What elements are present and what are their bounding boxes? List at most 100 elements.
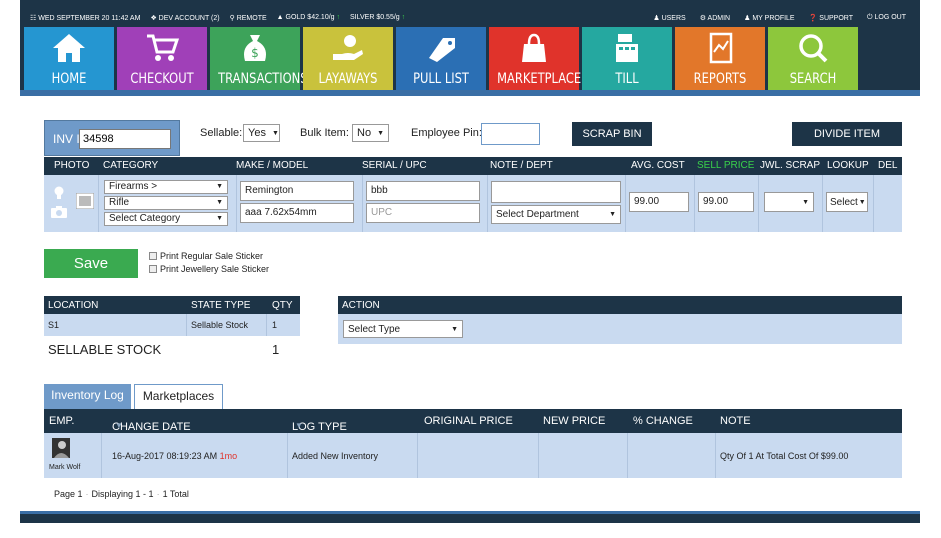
print-jewellery-checkbox[interactable] — [149, 265, 157, 273]
image-icon[interactable] — [76, 193, 94, 209]
date-text: WED SEPTEMBER 20 — [38, 15, 110, 22]
account-links: ♟ USERS ⚙ ADMIN ♟ MY PROFILE ❓ SUPPORT ⏻… — [653, 14, 906, 22]
col-change-date-label: CHANGE DATE — [112, 421, 191, 433]
divide-item-button[interactable]: DIVIDE ITEM — [792, 122, 902, 146]
avatar — [52, 438, 70, 458]
category-select-3[interactable]: Select Category ▼ — [104, 212, 228, 226]
category-select-2[interactable]: Rifle ▼ — [104, 196, 228, 210]
silver-price-text: SILVER $0.55/g — [350, 14, 400, 21]
model-input[interactable]: aaa 7.62x54mm — [240, 203, 354, 223]
nav-reports[interactable]: REPORTS — [675, 27, 765, 90]
location-row: S1 Sellable Stock 1 — [44, 314, 300, 336]
location-info[interactable]: ⚲ REMOTE — [230, 14, 267, 22]
col-divider — [487, 175, 488, 232]
nav-search[interactable]: SEARCH — [768, 27, 858, 90]
col-percent-change: % CHANGE — [633, 415, 693, 427]
pager-separator: · — [85, 489, 89, 499]
pager-page[interactable]: Page 1 — [54, 489, 83, 499]
admin-link[interactable]: ⚙ ADMIN — [700, 14, 730, 22]
logout-link[interactable]: ⏻ LOG OUT — [867, 14, 906, 22]
nav-search-label: SEARCH — [789, 71, 837, 87]
nav-home[interactable]: HOME — [24, 27, 114, 90]
employee-pin-input[interactable] — [481, 123, 540, 145]
col-original-price: ORIGINAL PRICE — [424, 415, 513, 427]
print-regular-option[interactable]: Print Regular Sale Sticker — [149, 251, 263, 261]
avg-cost-input[interactable]: 99.00 — [629, 192, 689, 212]
upc-input[interactable]: UPC — [366, 203, 480, 223]
gold-price-text: GOLD $42.10/g — [285, 14, 335, 21]
support-link[interactable]: ❓ SUPPORT — [809, 14, 853, 22]
camera-icon[interactable] — [51, 206, 67, 218]
tag-icon — [396, 31, 486, 65]
sell-price-input[interactable]: 99.00 — [698, 192, 754, 212]
nav-layaways[interactable]: LAYAWAYS — [303, 27, 393, 90]
col-avg-cost: AVG. COST — [631, 160, 685, 171]
nav-transactions[interactable]: $ TRANSACTIONS — [210, 27, 308, 90]
serial-input[interactable]: bbb — [366, 181, 480, 201]
chevron-down-icon: ▼ — [216, 183, 223, 190]
action-type-select[interactable]: Select Type ▼ — [343, 320, 463, 338]
nav-pull-list[interactable]: PULL LIST — [396, 27, 486, 90]
pager-displaying: Displaying 1 - 1 — [91, 489, 154, 499]
col-note: NOTE — [720, 415, 751, 427]
col-location: LOCATION — [48, 300, 99, 311]
my-profile-link-label: MY PROFILE — [752, 15, 795, 22]
tab-inventory-log[interactable]: Inventory Log — [44, 384, 131, 409]
register-icon — [582, 31, 672, 65]
nav-marketplace[interactable]: MARKETPLACE — [489, 27, 581, 90]
col-divider — [417, 433, 418, 478]
sellable-select[interactable]: Yes ▼ — [243, 124, 280, 142]
state-type-cell: Sellable Stock — [191, 320, 249, 330]
nav-reports-label: REPORTS — [693, 71, 747, 87]
sort-icon: ▼ — [115, 421, 123, 430]
my-profile-link[interactable]: ♟ MY PROFILE — [744, 14, 795, 22]
department-select[interactable]: Select Department ▼ — [491, 205, 621, 224]
pager: Page 1 · Displaying 1 - 1 · 1 Total — [54, 489, 189, 499]
print-jewellery-option[interactable]: Print Jewellery Sale Sticker — [149, 264, 269, 274]
category-select-2-value: Rifle — [109, 197, 130, 208]
col-lookup: LOOKUP — [827, 160, 869, 171]
chevron-down-icon: ▼ — [271, 129, 279, 137]
nav-divider — [20, 90, 920, 96]
sellable-value: Yes — [248, 127, 266, 139]
silver-up-icon: ↑ — [401, 14, 406, 21]
col-divider — [266, 314, 267, 336]
lookup-select[interactable]: Select ▼ — [826, 192, 868, 212]
jwl-scrap-select[interactable]: ▼ — [764, 192, 814, 212]
tab-marketplaces[interactable]: Marketplaces — [134, 384, 223, 409]
scrap-bin-button[interactable]: SCRAP BIN — [572, 122, 652, 146]
category-select-1[interactable]: Firearms > ▼ — [104, 180, 228, 194]
action-row: Select Type ▼ — [338, 314, 902, 344]
department-value: Select Department — [496, 209, 579, 220]
save-button[interactable]: Save — [44, 249, 138, 278]
nav-till[interactable]: TILL — [582, 27, 672, 90]
pager-separator: · — [156, 489, 160, 499]
lightbulb-icon[interactable] — [52, 186, 66, 200]
account-text: DEV ACCOUNT (2) — [158, 15, 220, 22]
col-divider — [186, 314, 187, 336]
col-qty: QTY — [272, 300, 293, 311]
location-table-header: LOCATION STATE TYPE QTY — [44, 296, 300, 314]
bulk-item-select[interactable]: No ▼ — [352, 124, 389, 142]
nav-checkout[interactable]: CHECKOUT — [117, 27, 207, 90]
col-sell-price: SELL PRICE — [697, 160, 755, 171]
print-regular-checkbox[interactable] — [149, 252, 157, 260]
sellable-stock-qty: 1 — [272, 342, 280, 357]
col-state-type: STATE TYPE — [191, 300, 251, 311]
account-info[interactable]: ❖ DEV ACCOUNT (2) — [150, 14, 219, 22]
log-table-header: EMP. CHANGE DATE ▼ LOG TYPE ▼ ORIGINAL PRI… — [44, 409, 902, 433]
chevron-down-icon: ▼ — [802, 198, 809, 206]
shopping-bag-icon — [489, 31, 579, 65]
make-input[interactable]: Remington — [240, 181, 354, 201]
nav-checkout-label: CHECKOUT — [130, 71, 194, 87]
action-type-value: Select Type — [348, 323, 401, 335]
col-del: DEL — [878, 160, 898, 171]
log-type-cell: Added New Inventory — [292, 451, 379, 461]
note-textarea[interactable] — [491, 181, 621, 203]
chevron-down-icon: ▼ — [216, 215, 223, 222]
col-serial-upc: SERIAL / UPC — [362, 160, 427, 171]
inv-id-input[interactable] — [79, 129, 171, 149]
money-bag-icon: $ — [210, 31, 300, 65]
change-age: 1mo — [219, 451, 238, 461]
users-link[interactable]: ♟ USERS — [653, 14, 685, 22]
